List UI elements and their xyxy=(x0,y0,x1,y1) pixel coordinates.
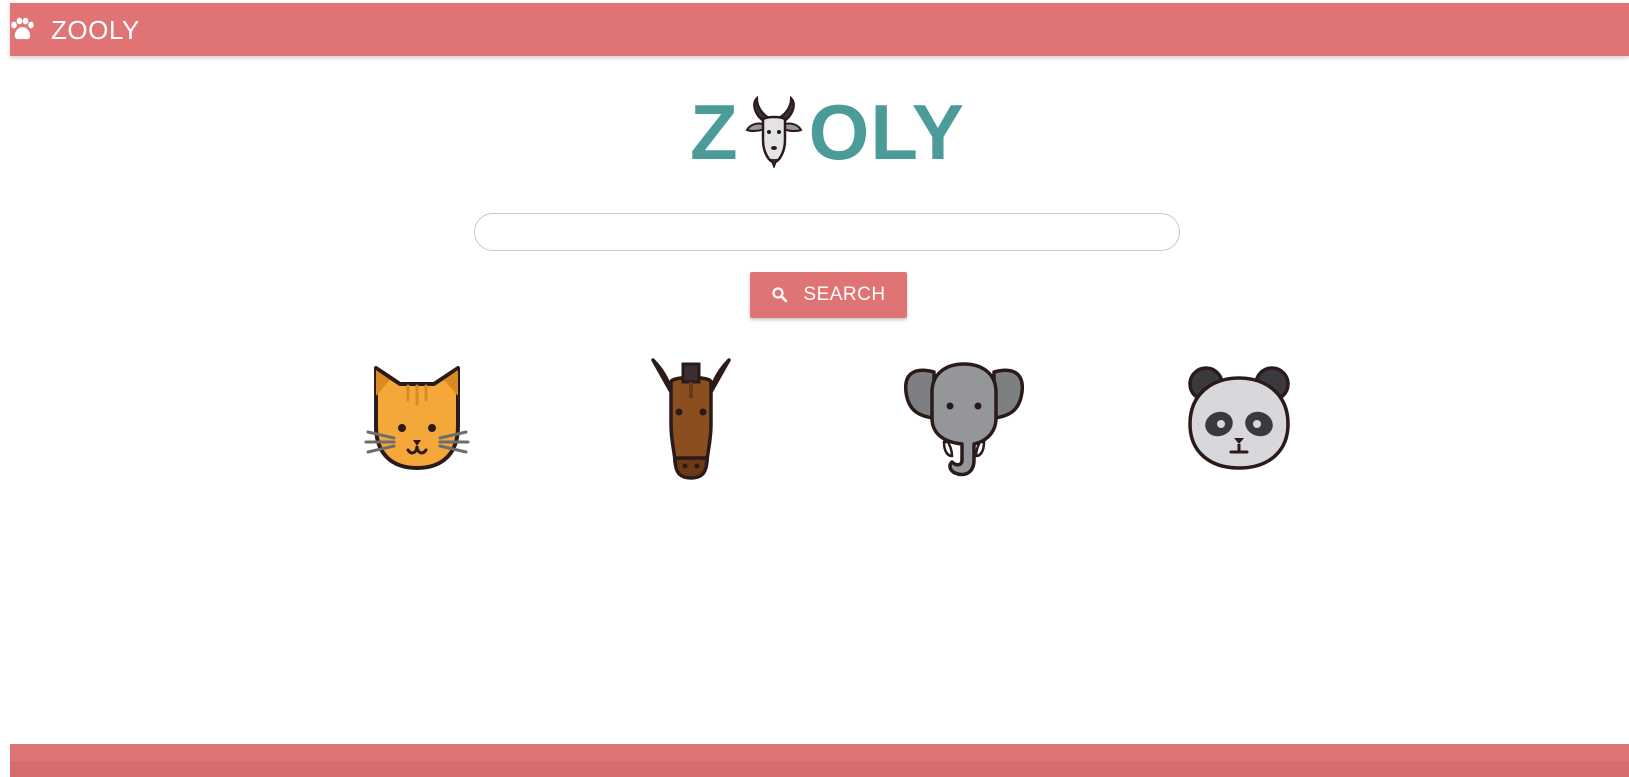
paw-icon xyxy=(11,17,34,40)
footer xyxy=(10,744,1629,777)
horse-icon[interactable] xyxy=(645,358,737,482)
footer-band xyxy=(10,761,1629,777)
brand-title[interactable]: ZOOLY xyxy=(51,15,140,45)
page: ZOOLY Z OLY SEARCH xyxy=(0,0,1629,777)
elephant-icon[interactable] xyxy=(904,362,1024,478)
search-icon xyxy=(772,287,788,303)
logo-letter-z: Z xyxy=(690,88,739,176)
top-app-bar: ZOOLY xyxy=(10,3,1629,56)
search-button-label: SEARCH xyxy=(803,284,886,305)
goat-icon xyxy=(745,96,803,168)
cat-icon[interactable] xyxy=(364,366,470,474)
panda-icon[interactable] xyxy=(1186,366,1292,474)
search-input[interactable] xyxy=(474,213,1180,251)
search-button[interactable]: SEARCH xyxy=(750,272,907,318)
logo-letters-oly: OLY xyxy=(808,88,965,176)
zooly-logo: Z OLY xyxy=(690,88,965,176)
